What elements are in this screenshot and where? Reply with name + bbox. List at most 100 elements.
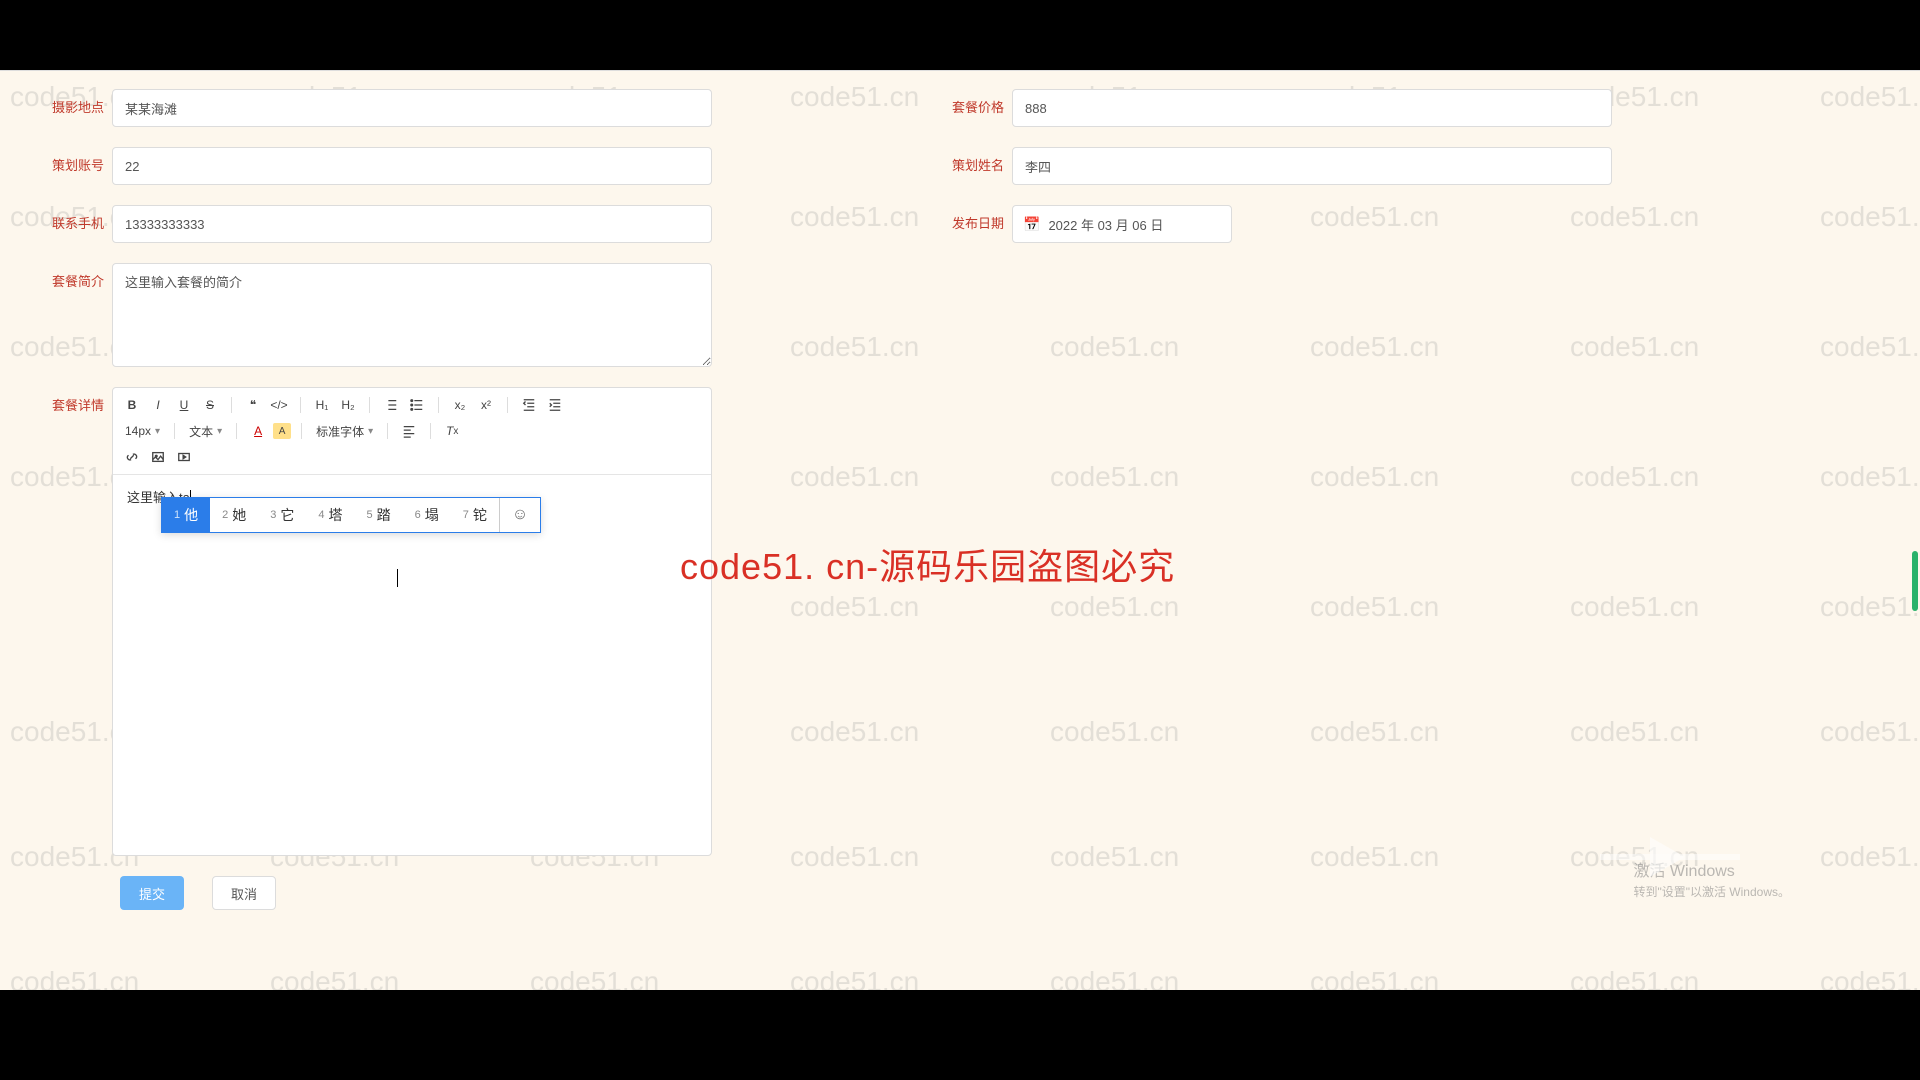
textarea-summary[interactable]: 这里输入套餐的简介 (112, 263, 712, 367)
input-price[interactable] (1012, 89, 1612, 127)
text-type-value: 文本 (189, 423, 213, 440)
ime-num: 5 (367, 509, 373, 521)
ime-char: 塌 (425, 505, 439, 525)
smile-icon: ☺ (512, 506, 528, 524)
image-icon[interactable] (147, 446, 169, 468)
ime-candidate[interactable]: 1 他 (162, 498, 210, 532)
watermark: code51.cn (10, 966, 139, 990)
watermark: code51.cn (1570, 966, 1699, 990)
separator (369, 397, 370, 413)
font-size-select[interactable]: 14px ▾ (121, 424, 164, 438)
font-color-icon[interactable]: A (247, 420, 269, 442)
ime-char: 他 (184, 505, 198, 525)
strike-icon[interactable]: S (199, 394, 221, 416)
ime-num: 6 (415, 509, 421, 521)
ime-candidate[interactable]: 6 塌 (403, 498, 451, 532)
video-icon[interactable] (173, 446, 195, 468)
ime-num: 3 (270, 509, 276, 521)
separator (438, 397, 439, 413)
separator (231, 397, 232, 413)
text-cursor-icon (397, 569, 398, 587)
label-phone: 联系手机 (40, 205, 112, 232)
input-phone[interactable] (112, 205, 712, 243)
outdent-icon[interactable] (518, 394, 540, 416)
h2-icon[interactable]: H₂ (337, 394, 359, 416)
ime-num: 7 (463, 509, 469, 521)
chevron-down-icon: ▾ (217, 426, 222, 437)
ime-char: 她 (232, 505, 246, 525)
font-size-value: 14px (125, 424, 151, 438)
label-detail: 套餐详情 (40, 387, 112, 414)
field-planner-account: 策划账号 (40, 147, 720, 185)
label-planner-name: 策划姓名 (940, 147, 1012, 174)
input-publish-date[interactable]: 📅 2022 年 03 月 06 日 (1012, 205, 1232, 243)
separator (301, 423, 302, 439)
quote-icon[interactable]: ❝ (242, 394, 264, 416)
list-unordered-icon[interactable] (406, 394, 428, 416)
video-frame: code51.cn code51.cn code51.cn code51.cn … (0, 0, 1920, 1080)
field-location: 摄影地点 (40, 89, 720, 127)
label-summary: 套餐简介 (40, 263, 112, 290)
separator (387, 423, 388, 439)
field-price: 套餐价格 (940, 89, 1612, 127)
watermark: code51.cn (1310, 966, 1439, 990)
ime-candidate-popup: 1 他 2 她 3 它 (161, 497, 541, 533)
submit-button[interactable]: 提交 (120, 876, 184, 910)
ime-num: 2 (222, 509, 228, 521)
watermark: code51.cn (530, 966, 659, 990)
ime-candidate[interactable]: 7 铊 (451, 498, 499, 532)
chevron-down-icon: ▾ (368, 426, 373, 437)
ime-emoji-button[interactable]: ☺ (499, 498, 540, 532)
separator (300, 397, 301, 413)
input-location[interactable] (112, 89, 712, 127)
input-planner-account[interactable] (112, 147, 712, 185)
calendar-icon: 📅 (1023, 216, 1040, 233)
label-publish-date: 发布日期 (940, 205, 1012, 232)
superscript-icon[interactable]: x² (475, 394, 497, 416)
bold-icon[interactable]: B (121, 394, 143, 416)
h1-icon[interactable]: H₁ (311, 394, 333, 416)
rich-editor: B I U S ❝ </> H₁ H₂ (112, 387, 712, 856)
editor-content[interactable]: 这里输入ta 1 他 2 她 (113, 475, 711, 855)
field-summary: 套餐简介 这里输入套餐的简介 (40, 263, 720, 367)
chevron-down-icon: ▾ (155, 426, 160, 437)
ime-candidate[interactable]: 5 踏 (355, 498, 403, 532)
font-family-select[interactable]: 标准字体 ▾ (312, 423, 377, 440)
bg-color-icon[interactable]: A (273, 423, 291, 439)
code-icon[interactable]: </> (268, 394, 290, 416)
separator (174, 423, 175, 439)
scrollbar-thumb[interactable] (1912, 551, 1918, 611)
link-icon[interactable] (121, 446, 143, 468)
date-value: 2022 年 03 月 06 日 (1048, 215, 1163, 234)
separator (507, 397, 508, 413)
list-ordered-icon[interactable] (380, 394, 402, 416)
cancel-button[interactable]: 取消 (212, 876, 276, 910)
ime-char: 塔 (329, 505, 343, 525)
watermark: code51.cn (1820, 966, 1920, 990)
underline-icon[interactable]: U (173, 394, 195, 416)
copyright-overlay-text: code51. cn-源码乐园盗图必究 (680, 538, 1175, 590)
subscript-icon[interactable]: x₂ (449, 394, 471, 416)
separator (236, 423, 237, 439)
italic-icon[interactable]: I (147, 394, 169, 416)
browser-view: code51.cn code51.cn code51.cn code51.cn … (0, 70, 1920, 990)
ime-candidate[interactable]: 2 她 (210, 498, 258, 532)
video-play-overlay[interactable] (1580, 812, 1760, 905)
font-family-value: 标准字体 (316, 423, 364, 440)
align-icon[interactable] (398, 420, 420, 442)
ime-num: 4 (318, 509, 324, 521)
text-type-select[interactable]: 文本 ▾ (185, 423, 226, 440)
field-detail: 套餐详情 B I U S ❝ </> (40, 387, 720, 856)
form-container: 摄影地点 套餐价格 策划账号 策划姓名 (0, 71, 1920, 928)
input-planner-name[interactable] (1012, 147, 1612, 185)
watermark: code51.cn (790, 966, 919, 990)
ime-candidate[interactable]: 4 塔 (306, 498, 354, 532)
ime-char: 它 (280, 505, 294, 525)
ime-char: 踏 (377, 505, 391, 525)
indent-icon[interactable] (544, 394, 566, 416)
ime-char: 铊 (473, 505, 487, 525)
ime-candidate[interactable]: 3 它 (258, 498, 306, 532)
clear-format-icon[interactable]: Tx (441, 420, 463, 442)
field-phone: 联系手机 (40, 205, 720, 243)
label-price: 套餐价格 (940, 89, 1012, 116)
